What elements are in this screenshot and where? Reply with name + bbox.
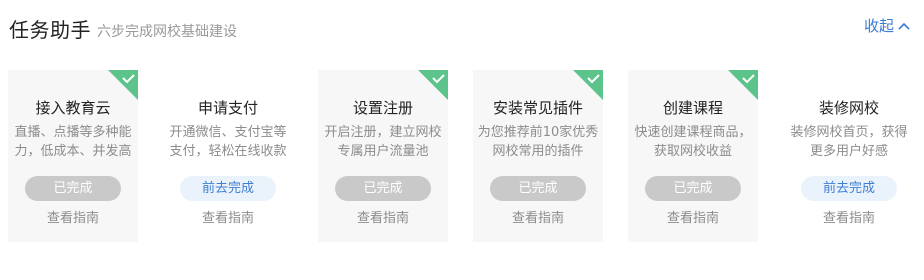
view-guide-link[interactable]: 查看指南 xyxy=(318,207,448,226)
task-card-title: 安装常见插件 xyxy=(492,99,583,117)
page-title: 任务助手 xyxy=(9,18,91,42)
view-guide-link[interactable]: 查看指南 xyxy=(473,207,603,226)
task-card-description: 开通微信、支付宝等支付，轻松在线收款 xyxy=(169,125,287,159)
check-badge-icon xyxy=(108,70,138,100)
task-card-description: 开启注册，建立网校专属用户流量池 xyxy=(324,125,442,159)
collapse-button[interactable]: 收起 xyxy=(864,15,910,36)
view-guide-link[interactable]: 查看指南 xyxy=(8,207,138,226)
task-status-button[interactable]: 已完成 xyxy=(490,176,586,201)
task-status-button[interactable]: 前去完成 xyxy=(801,176,897,201)
task-status-button[interactable]: 已完成 xyxy=(335,176,431,201)
task-card-title: 设置注册 xyxy=(352,99,413,117)
task-card-title: 装修网校 xyxy=(818,99,879,117)
task-card: 装修网校 装修网校首页，获得更多用户好感 前去完成 查看指南 xyxy=(784,70,914,242)
check-badge-icon xyxy=(573,70,603,100)
task-card: 创建课程 快速创建课程商品，获取网校收益 已完成 查看指南 xyxy=(628,70,758,242)
view-guide-link[interactable]: 查看指南 xyxy=(163,207,293,226)
task-card-list: 接入教育云 直播、点播等多种能力，低成本、并发高 已完成 查看指南 申请支付 开… xyxy=(8,70,918,242)
task-card-description: 为您推荐前10家优秀网校常用的插件 xyxy=(477,125,599,159)
check-badge-icon xyxy=(418,70,448,100)
task-status-button[interactable]: 已完成 xyxy=(645,176,741,201)
task-status-button[interactable]: 已完成 xyxy=(25,176,121,201)
task-card: 设置注册 开启注册，建立网校专属用户流量池 已完成 查看指南 xyxy=(318,70,448,242)
view-guide-link[interactable]: 查看指南 xyxy=(628,207,758,226)
task-card: 申请支付 开通微信、支付宝等支付，轻松在线收款 前去完成 查看指南 xyxy=(163,70,293,242)
task-card-title: 创建课程 xyxy=(662,99,723,117)
view-guide-link[interactable]: 查看指南 xyxy=(784,207,914,226)
collapse-label: 收起 xyxy=(863,17,894,35)
task-card-description: 快速创建课程商品，获取网校收益 xyxy=(634,125,752,159)
task-card-description: 装修网校首页，获得更多用户好感 xyxy=(790,125,908,159)
chevron-up-icon xyxy=(898,22,910,30)
task-status-button[interactable]: 前去完成 xyxy=(180,176,276,201)
task-card-title: 接入教育云 xyxy=(35,99,111,117)
task-card-description: 直播、点播等多种能力，低成本、并发高 xyxy=(14,125,132,159)
page-subtitle: 六步完成网校基础建设 xyxy=(97,24,237,40)
task-card-title: 申请支付 xyxy=(197,99,258,117)
task-card: 安装常见插件 为您推荐前10家优秀网校常用的插件 已完成 查看指南 xyxy=(473,70,603,242)
task-card: 接入教育云 直播、点播等多种能力，低成本、并发高 已完成 查看指南 xyxy=(8,70,138,242)
task-assistant-header: 任务助手 六步完成网校基础建设 收起 xyxy=(0,0,924,52)
check-badge-icon xyxy=(728,70,758,100)
